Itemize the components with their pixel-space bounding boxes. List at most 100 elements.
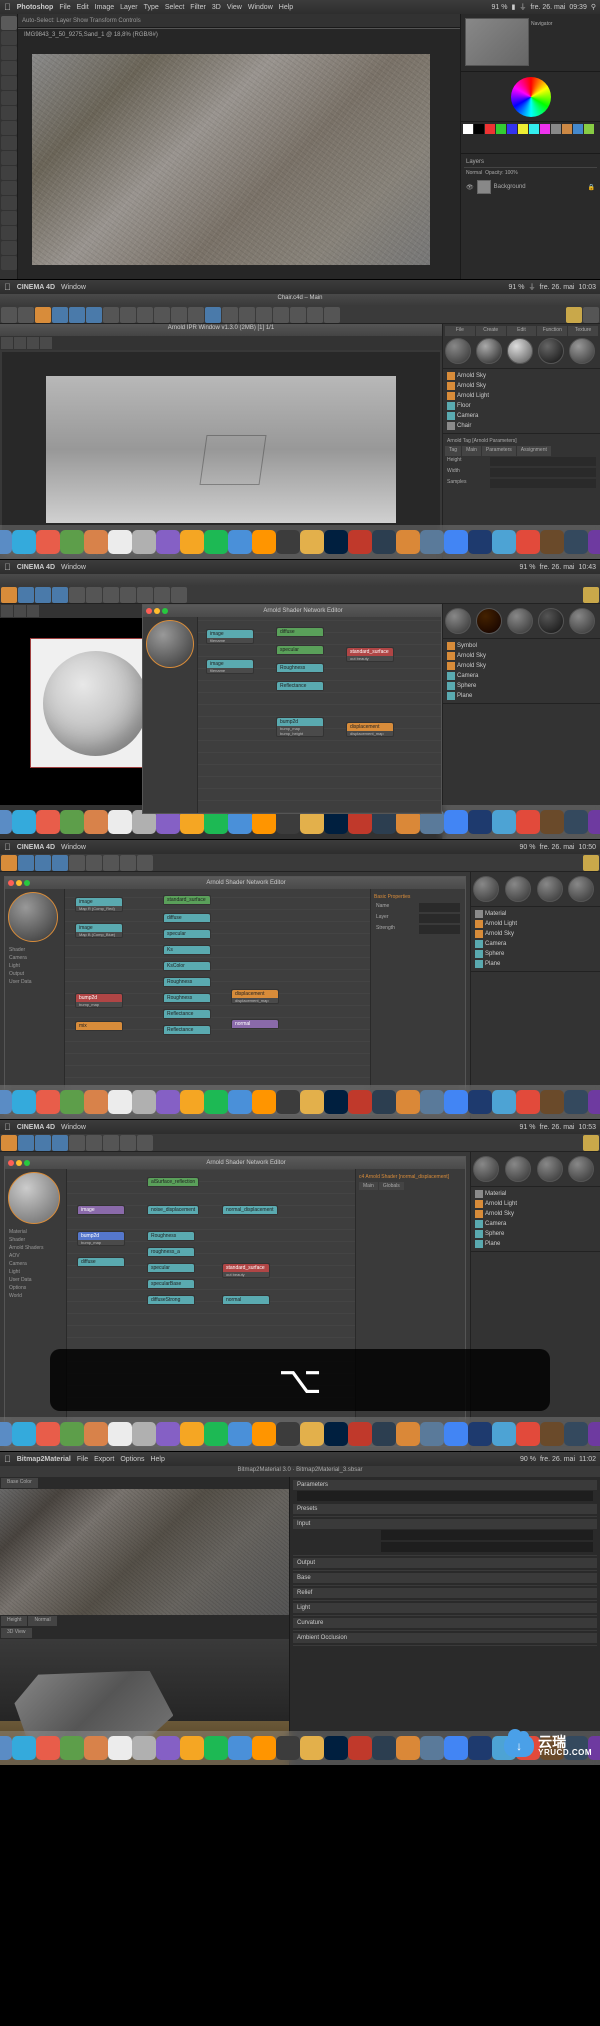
dock-app-icon[interactable] bbox=[468, 1736, 492, 1760]
history-brush-tool[interactable] bbox=[1, 151, 17, 165]
prop-tab[interactable]: Main bbox=[359, 1182, 378, 1190]
material-preview[interactable] bbox=[146, 620, 194, 668]
material-ball[interactable] bbox=[476, 338, 502, 364]
object-row[interactable]: Floor bbox=[445, 401, 598, 411]
dock-app-icon[interactable] bbox=[420, 1090, 444, 1114]
material-ball[interactable] bbox=[537, 876, 563, 902]
menu-export[interactable]: Export bbox=[94, 1456, 114, 1463]
tool-array[interactable] bbox=[256, 307, 272, 323]
menu-file[interactable]: File bbox=[59, 4, 70, 11]
dock-app-icon[interactable] bbox=[396, 1090, 420, 1114]
node-roughness[interactable]: Roughness bbox=[163, 977, 211, 987]
view-3d-tab[interactable]: 3D View bbox=[1, 1628, 32, 1638]
tool[interactable] bbox=[120, 1135, 136, 1151]
dock-app-icon[interactable] bbox=[300, 530, 324, 554]
layout[interactable] bbox=[583, 587, 599, 603]
dock-app-icon[interactable] bbox=[252, 1736, 276, 1760]
dock-app-icon[interactable] bbox=[372, 1736, 396, 1760]
dock-app-icon[interactable] bbox=[324, 530, 348, 554]
dock-app-icon[interactable] bbox=[132, 1422, 156, 1446]
dock-app-icon[interactable] bbox=[180, 1090, 204, 1114]
node-specular[interactable]: specular bbox=[276, 645, 324, 655]
side-item[interactable]: Material bbox=[8, 1228, 63, 1236]
menu-filter[interactable]: Filter bbox=[190, 4, 206, 11]
dock-app-icon[interactable] bbox=[252, 530, 276, 554]
app-name[interactable]: CINEMA 4D bbox=[17, 1124, 55, 1131]
dock-app-icon[interactable] bbox=[372, 530, 396, 554]
tool[interactable] bbox=[1, 855, 17, 871]
node-diffuse[interactable]: diffuse bbox=[163, 913, 211, 923]
render-viewport[interactable] bbox=[2, 352, 440, 547]
node-roughness2[interactable]: Roughness bbox=[163, 993, 211, 1003]
dock-app-icon[interactable] bbox=[84, 1422, 108, 1446]
tool[interactable] bbox=[1, 1135, 17, 1151]
dock-app-icon[interactable] bbox=[60, 1090, 84, 1114]
object-row[interactable]: Arnold Sky bbox=[473, 1209, 598, 1219]
swatch[interactable] bbox=[584, 124, 594, 134]
swatch[interactable] bbox=[562, 124, 572, 134]
node-roughness[interactable]: Roughness bbox=[276, 663, 324, 673]
app-sub[interactable]: Window bbox=[61, 844, 86, 851]
side-item[interactable]: Options bbox=[8, 1284, 63, 1292]
dock-app-icon[interactable] bbox=[516, 1422, 540, 1446]
material-preview[interactable] bbox=[8, 892, 58, 942]
tool[interactable] bbox=[52, 1135, 68, 1151]
wifi-icon[interactable]: ⏚ bbox=[528, 282, 535, 292]
dock-app-icon[interactable] bbox=[0, 1736, 12, 1760]
dock-app-icon[interactable] bbox=[84, 810, 108, 834]
material-ball[interactable] bbox=[476, 608, 502, 634]
tool[interactable] bbox=[86, 855, 102, 871]
dock-app-icon[interactable] bbox=[0, 810, 12, 834]
material-ball[interactable] bbox=[569, 608, 595, 634]
tab-height[interactable]: Height bbox=[1, 1616, 27, 1626]
dock-app-icon[interactable] bbox=[348, 1422, 372, 1446]
tool-move[interactable] bbox=[52, 307, 68, 323]
menu-layer[interactable]: Layer bbox=[120, 4, 138, 11]
node-reflectance2[interactable]: Reflectance bbox=[163, 1025, 211, 1035]
dock-app-icon[interactable] bbox=[540, 1422, 564, 1446]
node-diffuse-strong[interactable]: diffuseStrong bbox=[147, 1295, 195, 1305]
dock-app-icon[interactable] bbox=[468, 1090, 492, 1114]
swatch[interactable] bbox=[474, 124, 484, 134]
dock-app-icon[interactable] bbox=[252, 1090, 276, 1114]
object-row[interactable]: Arnold Sky bbox=[445, 381, 598, 391]
section-curvature[interactable]: Curvature bbox=[293, 1618, 597, 1628]
dock-app-icon[interactable] bbox=[36, 810, 60, 834]
dock-app-icon[interactable] bbox=[108, 1736, 132, 1760]
dock-app-icon[interactable] bbox=[228, 1090, 252, 1114]
color-wheel[interactable] bbox=[511, 77, 551, 117]
tool[interactable] bbox=[52, 855, 68, 871]
mat-tab-tex[interactable]: Texture bbox=[568, 326, 598, 336]
tool-camera[interactable] bbox=[307, 307, 323, 323]
app-sub[interactable]: Window bbox=[61, 1124, 86, 1131]
dock-app-icon[interactable] bbox=[228, 1736, 252, 1760]
object-row[interactable]: Material bbox=[473, 1189, 598, 1199]
attr-input[interactable] bbox=[490, 457, 596, 466]
mat-tab-edit[interactable]: Edit bbox=[507, 326, 537, 336]
tool-scale[interactable] bbox=[69, 307, 85, 323]
window-titlebar[interactable]: Arnold Shader Network Editor bbox=[5, 877, 465, 889]
node-displacement[interactable]: displacement displacement_map bbox=[346, 722, 394, 737]
dock-app-icon[interactable] bbox=[564, 1422, 588, 1446]
section-input[interactable]: Input bbox=[293, 1519, 597, 1529]
layer-row[interactable]: 👁 Background 🔒 bbox=[464, 178, 597, 196]
tool[interactable] bbox=[35, 855, 51, 871]
dock-app-icon[interactable] bbox=[348, 1736, 372, 1760]
object-row[interactable]: Arnold Light bbox=[473, 1199, 598, 1209]
tool-env[interactable] bbox=[290, 307, 306, 323]
blur-tool[interactable] bbox=[1, 196, 17, 210]
dock-app-icon[interactable] bbox=[108, 810, 132, 834]
dock-app-icon[interactable] bbox=[564, 810, 588, 834]
dock-app-icon[interactable] bbox=[180, 530, 204, 554]
menu-type[interactable]: Type bbox=[144, 4, 159, 11]
node-reflectance[interactable]: Reflectance bbox=[276, 681, 324, 691]
dock-app-icon[interactable] bbox=[12, 1736, 36, 1760]
tool-light[interactable] bbox=[324, 307, 340, 323]
side-item[interactable]: User Data bbox=[8, 978, 61, 986]
document-tab[interactable]: IMG9843_3_50_9275,Sand_1 @ 18,8% (RGB/8#… bbox=[18, 28, 460, 40]
tool[interactable] bbox=[120, 587, 136, 603]
swatch[interactable] bbox=[540, 124, 550, 134]
marquee-tool[interactable] bbox=[1, 31, 17, 45]
object-row[interactable]: Arnold Sky bbox=[473, 929, 598, 939]
dodge-tool[interactable] bbox=[1, 211, 17, 225]
